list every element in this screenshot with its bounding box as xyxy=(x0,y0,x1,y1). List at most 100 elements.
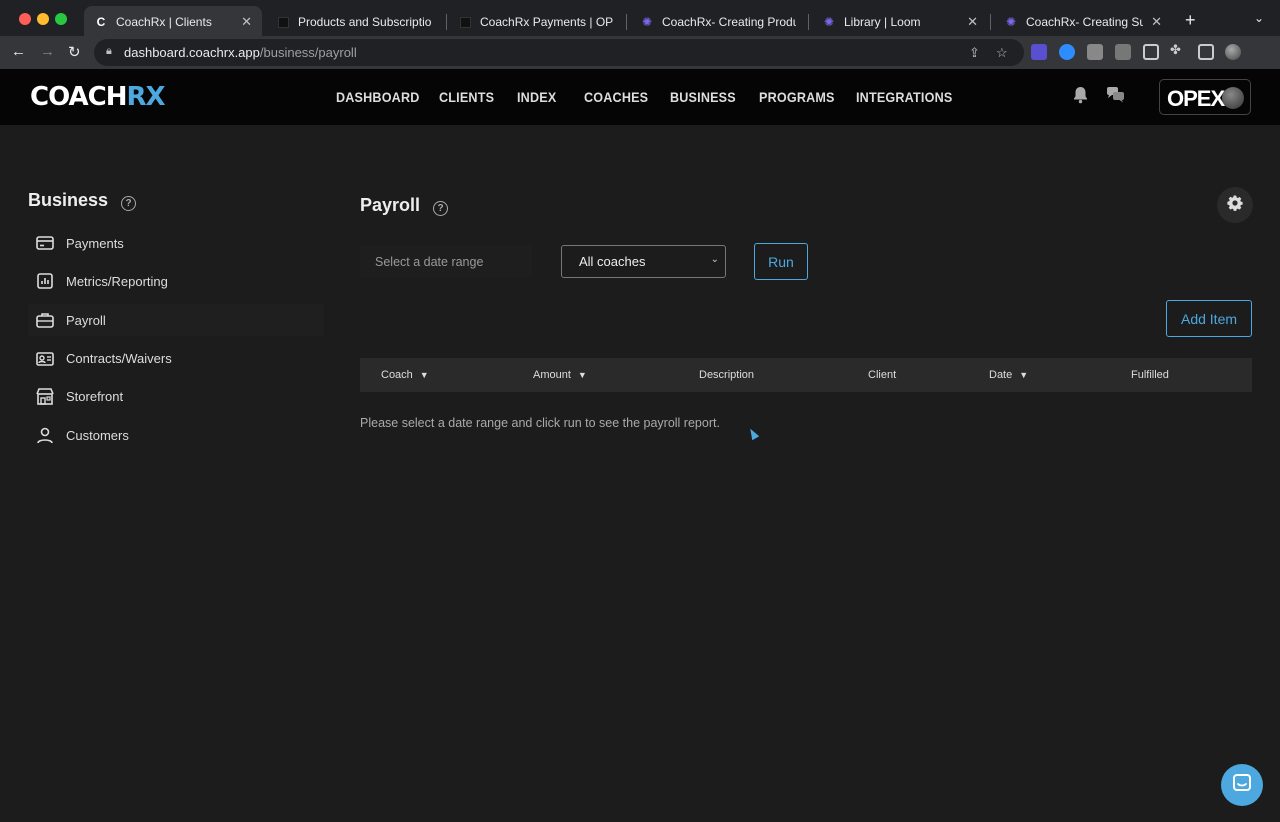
nav-programs[interactable]: PROGRAMS xyxy=(759,89,835,105)
column-label: Amount xyxy=(533,369,571,381)
close-icon[interactable]: ✕ xyxy=(1151,14,1162,30)
share-icon[interactable]: ⇪ xyxy=(969,45,980,61)
column-label: Client xyxy=(868,369,897,381)
camera-extension-icon[interactable] xyxy=(1087,44,1103,60)
close-icon[interactable]: ✕ xyxy=(241,14,252,30)
help-icon[interactable]: ? xyxy=(433,201,449,216)
browser-tab-loom-creating-products[interactable]: ✺ CoachRx- Creating Produ xyxy=(630,6,806,38)
run-button[interactable]: Run xyxy=(754,243,808,280)
sidebar-item-label: Contracts/Waivers xyxy=(66,350,172,366)
coach-select[interactable]: All coaches ⌄ xyxy=(561,245,726,278)
maximize-window-button[interactable] xyxy=(55,13,67,25)
column-coach[interactable]: Coach ▼ xyxy=(381,369,429,381)
window-extension-icon[interactable] xyxy=(1143,44,1159,60)
column-label: Coach xyxy=(381,369,413,381)
browser-tab-products[interactable]: Products and Subscriptio xyxy=(266,6,442,38)
tab-title: Library | Loom xyxy=(844,15,921,29)
close-icon[interactable]: ✕ xyxy=(967,14,978,30)
bell-icon[interactable] xyxy=(1072,86,1089,109)
column-label: Description xyxy=(699,369,755,381)
loom-favicon-icon: ✺ xyxy=(1005,15,1017,29)
nav-integrations[interactable]: INTEGRATIONS xyxy=(856,89,952,105)
sidebar-item-metrics[interactable]: Metrics/Reporting xyxy=(28,265,324,297)
nav-business[interactable]: BUSINESS xyxy=(670,89,736,105)
sort-down-icon: ▼ xyxy=(419,370,429,380)
close-window-button[interactable] xyxy=(19,13,31,25)
page-title-text: Payroll xyxy=(360,195,421,215)
browser-tab-coachrx-clients[interactable]: C CoachRx | Clients ✕ xyxy=(84,6,262,38)
column-description: Description xyxy=(699,369,754,381)
nav-index[interactable]: INDEX xyxy=(517,89,556,105)
sidebar-item-customers[interactable]: Customers xyxy=(28,419,324,451)
sidebar-item-contracts[interactable]: Contracts/Waivers xyxy=(28,342,324,374)
sidebar-item-label: Storefront xyxy=(66,388,124,404)
browser-toolbar: ← → ↻ 🔒︎ dashboard.coachrx.app/business/… xyxy=(0,36,1280,69)
nav-coaches[interactable]: COACHES xyxy=(584,89,648,105)
loom-favicon-icon: ✺ xyxy=(641,15,653,29)
sidebar-item-label: Payroll xyxy=(66,312,106,328)
coachrx-favicon-icon: C xyxy=(96,15,106,29)
browser-tab-loom-library[interactable]: ✺ Library | Loom ✕ xyxy=(812,6,988,38)
logo-main: COACH xyxy=(30,82,127,112)
lock-icon: 🔒︎ xyxy=(106,45,112,57)
sidebar-item-payments[interactable]: Payments xyxy=(28,227,324,259)
chevron-down-icon: ⌄ xyxy=(710,254,719,265)
chevron-down-icon[interactable]: ⌄ xyxy=(1254,11,1264,25)
date-range-input[interactable] xyxy=(360,245,532,278)
support-chat-button[interactable] xyxy=(1221,764,1263,806)
new-tab-button[interactable]: + xyxy=(1185,10,1196,31)
coachrx-logo[interactable]: COACHRX xyxy=(30,82,166,112)
credit-card-icon xyxy=(36,234,54,252)
browser-tab-payments[interactable]: CoachRx Payments | OPE xyxy=(448,6,624,38)
minimize-window-button[interactable] xyxy=(37,13,49,25)
puzzle-icon[interactable]: ✤ xyxy=(1170,42,1186,58)
tab-title: CoachRx | Clients xyxy=(116,15,212,29)
sidebar-item-payroll[interactable]: Payroll xyxy=(28,304,324,336)
logo-accent: RX xyxy=(126,82,165,112)
back-arrow-icon[interactable]: ← xyxy=(11,43,26,60)
url-path: /business/payroll xyxy=(259,45,357,60)
star-icon[interactable]: ☆ xyxy=(996,45,1008,61)
avatar xyxy=(1222,87,1244,109)
sort-down-icon: ▼ xyxy=(577,370,587,380)
storefront-icon xyxy=(36,387,54,405)
column-date[interactable]: Date ▼ xyxy=(989,369,1028,381)
settings-button[interactable] xyxy=(1217,187,1253,223)
browser-tab-loom-creating-subscriptions[interactable]: ✺ CoachRx- Creating Subsc ✕ xyxy=(994,6,1172,38)
tab-title: Products and Subscriptio xyxy=(298,15,432,29)
column-label: Fulfilled xyxy=(1131,369,1169,381)
page-favicon-icon xyxy=(276,15,290,29)
zoom-extension-icon[interactable] xyxy=(1059,44,1075,60)
tab-title: CoachRx Payments | OPE xyxy=(480,15,614,29)
loom-extension-icon[interactable] xyxy=(1031,44,1047,60)
tab-title: CoachRx- Creating Produ xyxy=(662,15,796,29)
chat-bubbles-icon[interactable] xyxy=(1106,86,1125,108)
chat-icon xyxy=(1232,773,1252,798)
sidebar-title: Business ? xyxy=(28,190,137,211)
extension-icon[interactable] xyxy=(1115,44,1131,60)
column-amount[interactable]: Amount ▼ xyxy=(533,369,587,381)
profile-avatar[interactable] xyxy=(1225,44,1241,60)
reload-icon[interactable]: ↻ xyxy=(68,43,81,61)
nav-clients[interactable]: CLIENTS xyxy=(439,89,494,105)
sidebar-toggle-icon[interactable] xyxy=(1198,44,1214,60)
sidebar-item-storefront[interactable]: Storefront xyxy=(28,380,324,412)
help-icon[interactable]: ? xyxy=(121,196,137,211)
sidebar-item-label: Payments xyxy=(66,235,124,251)
page-favicon-icon xyxy=(458,15,472,29)
address-bar[interactable]: 🔒︎ dashboard.coachrx.app/business/payrol… xyxy=(94,39,1024,66)
users-icon xyxy=(36,426,54,444)
tab-title: CoachRx- Creating Subsc xyxy=(1026,15,1144,29)
column-fulfilled: Fulfilled xyxy=(1131,369,1169,381)
column-label: Date xyxy=(989,369,1013,381)
add-item-button[interactable]: Add Item xyxy=(1166,300,1252,337)
forward-arrow-icon[interactable]: → xyxy=(40,43,55,60)
sidebar-item-label: Metrics/Reporting xyxy=(66,273,168,289)
nav-dashboard[interactable]: DASHBOARD xyxy=(336,89,420,105)
gym-brand-badge[interactable]: OPEX xyxy=(1159,79,1251,115)
id-card-icon xyxy=(36,349,54,367)
sidebar-item-label: Customers xyxy=(66,427,129,443)
url-text: dashboard.coachrx.app/business/payroll xyxy=(124,45,357,60)
url-host: dashboard.coachrx.app xyxy=(124,45,260,60)
page-title: Payroll ? xyxy=(360,195,449,216)
